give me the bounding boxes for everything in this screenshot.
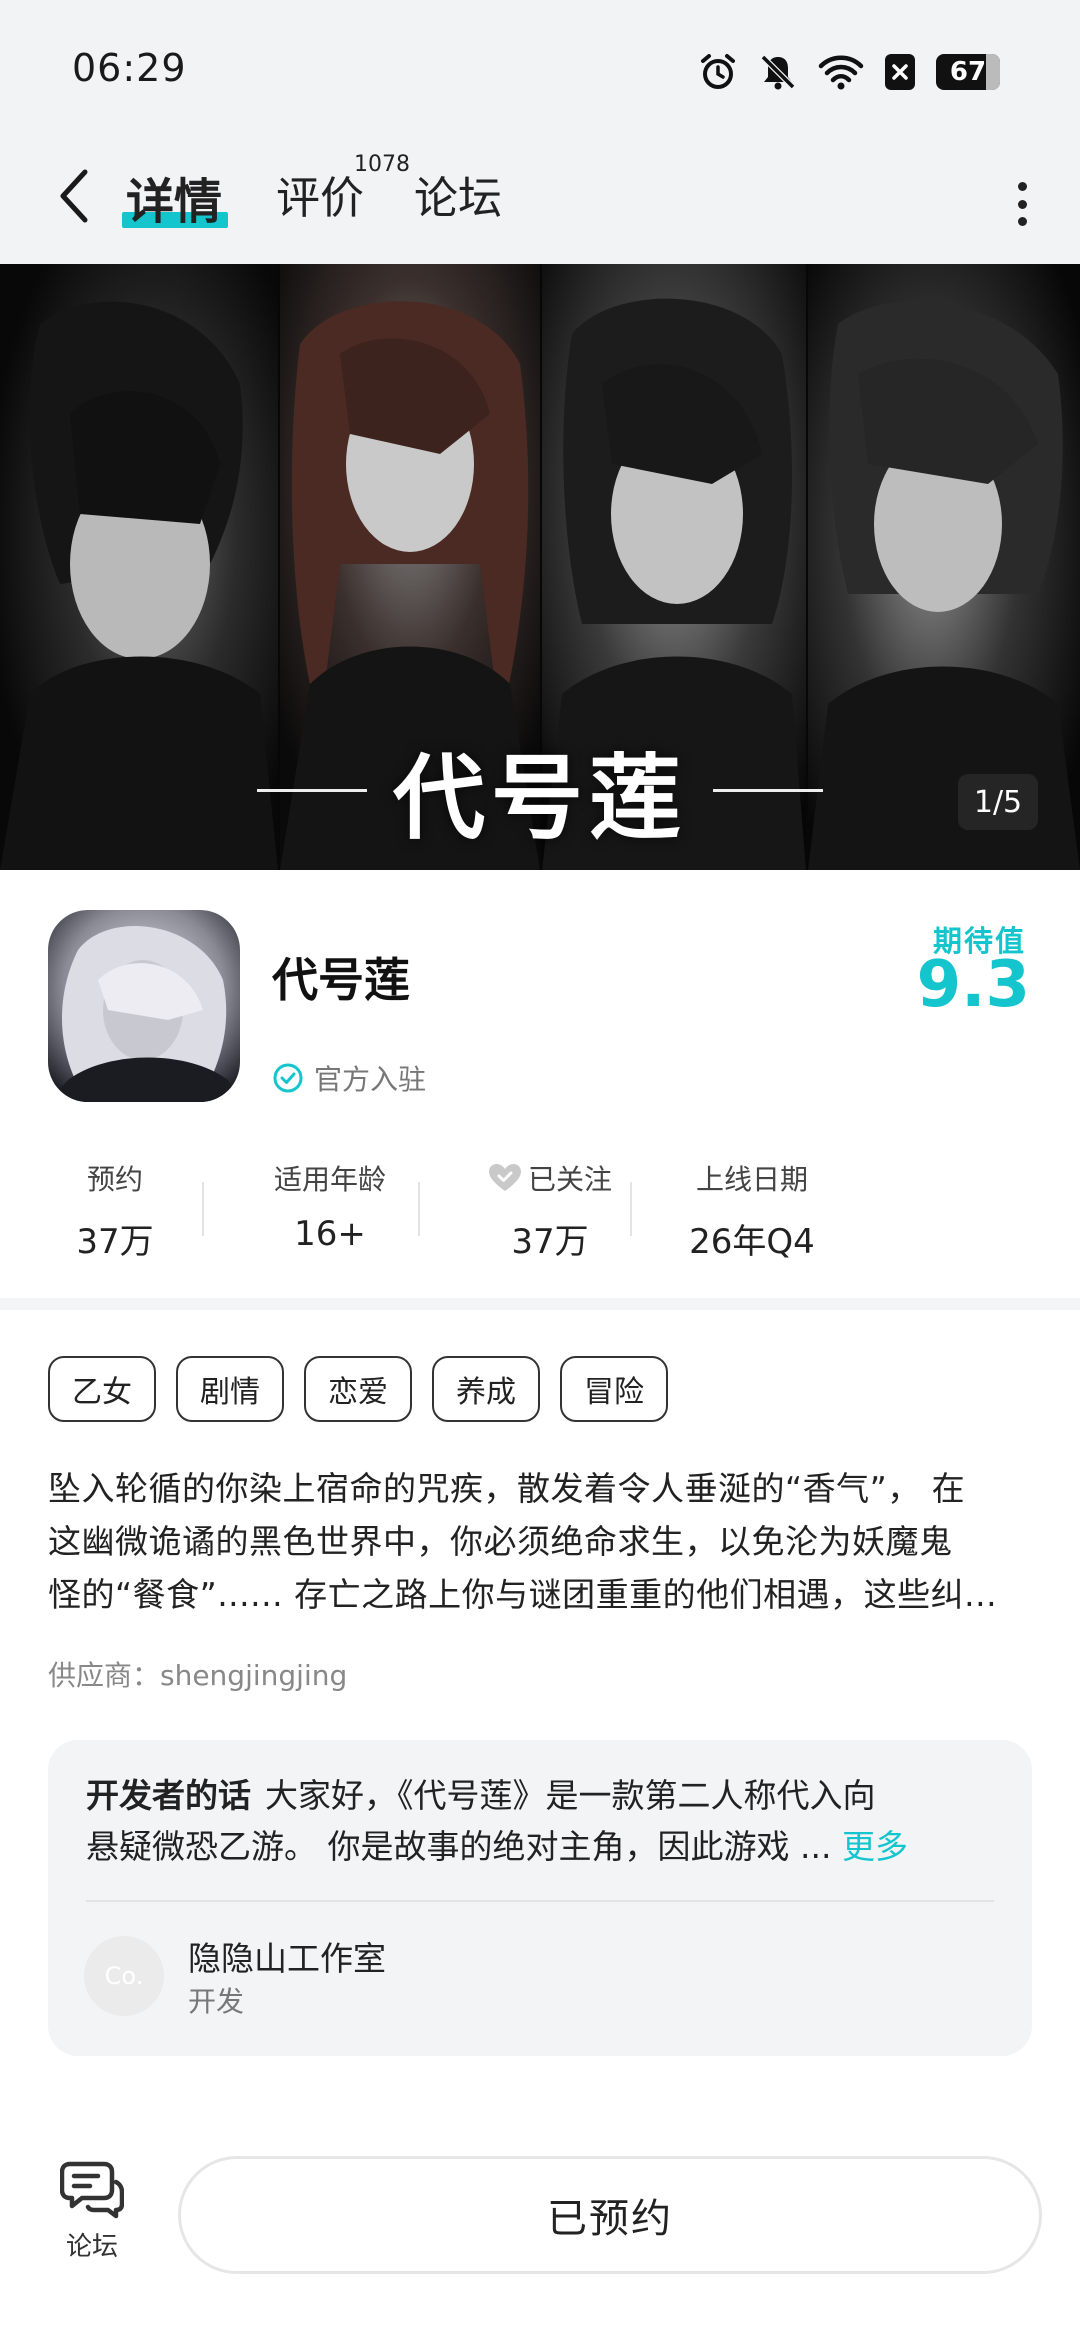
- developer-note: 开发者的话 大家好，《代号莲》是一款第二人称代入向 悬疑微恐乙游。 你是故事的绝对…: [86, 1770, 1006, 1872]
- game-description[interactable]: 坠入轮循的你染上宿命的咒疾，散发着令人垂涎的“香气”， 在 这幽微诡谲的黑色世界…: [48, 1462, 1038, 1621]
- more-dot-icon: [1017, 199, 1027, 209]
- chevron-left-icon: [60, 169, 88, 223]
- app-name: 代号莲: [272, 953, 410, 1007]
- status-bar: 06:29 67: [0, 0, 1080, 120]
- banner-divider: [256, 789, 367, 792]
- description-line: 这幽微诡谲的黑色世界中，你必须绝命求生，以免沦为妖魔鬼: [48, 1522, 953, 1561]
- official-label: 官方入驻: [314, 1063, 427, 1096]
- media-carousel[interactable]: 代号莲 1/5: [0, 264, 1080, 870]
- verified-check-icon: [273, 1063, 303, 1093]
- stat-reservations: 预约 37万: [40, 1158, 190, 1263]
- supplier-info: 供应商：shengjingjing: [48, 1659, 348, 1692]
- battery-level: 67: [949, 57, 987, 87]
- carousel-page-indicator: 1/5: [958, 774, 1038, 830]
- review-count-badge: 1078: [354, 152, 410, 177]
- tab-forum[interactable]: 论坛: [414, 162, 502, 226]
- heart-check-icon: [488, 1164, 521, 1191]
- forum-chat-icon: [60, 2161, 124, 2219]
- stat-label: 预约: [86, 1163, 143, 1196]
- stat-value: 37万: [76, 1222, 154, 1262]
- developer-note-card[interactable]: 开发者的话 大家好，《代号莲》是一款第二人称代入向 悬疑微恐乙游。 你是故事的绝对…: [48, 1740, 1032, 2056]
- stat-value: 26年Q4: [689, 1222, 815, 1262]
- more-options-button[interactable]: [1002, 172, 1042, 236]
- stat-label: 适用年龄: [273, 1163, 386, 1196]
- tab-detail[interactable]: 详情: [126, 162, 222, 232]
- stat-value: 37万: [511, 1222, 589, 1262]
- mute-icon: [759, 53, 797, 91]
- stat-label-wrap: 已关注: [450, 1158, 650, 1198]
- battery-icon: 67: [936, 54, 1000, 90]
- description-line: 坠入轮循的你染上宿命的咒疾，散发着令人垂涎的“香气”， 在: [48, 1469, 966, 1508]
- stat-release-date: 上线日期 26年Q4: [652, 1158, 852, 1263]
- stat-label: 已关注: [527, 1163, 612, 1196]
- more-link[interactable]: 更多: [842, 1827, 908, 1866]
- stat-age-rating: 适用年龄 16+: [230, 1158, 430, 1254]
- status-time: 06:29: [72, 46, 187, 90]
- tag-item[interactable]: 冒险: [560, 1356, 668, 1422]
- tag-item[interactable]: 乙女: [48, 1356, 156, 1422]
- section-divider: [0, 1298, 1080, 1310]
- back-button[interactable]: [44, 160, 104, 232]
- stat-divider: [418, 1182, 420, 1236]
- studio-avatar[interactable]: Co.: [84, 1936, 164, 2016]
- official-badge: 官方入驻: [272, 1058, 426, 1098]
- wifi-icon: [818, 55, 864, 90]
- description-line: 怪的“餐食”...... 存亡之路上你与谜团重重的他们相遇，这些纠...: [48, 1575, 998, 1614]
- stat-label: 上线日期: [695, 1163, 808, 1196]
- status-icons: 67: [698, 52, 1000, 92]
- tag-list: 乙女 剧情 恋爱 养成 冒险: [48, 1356, 668, 1422]
- close-box-icon: [885, 54, 915, 90]
- developer-note-line: 大家好，《代号莲》是一款第二人称代入向: [265, 1776, 876, 1815]
- developer-note-heading: 开发者的话: [86, 1776, 251, 1815]
- tag-item[interactable]: 养成: [432, 1356, 540, 1422]
- stat-value: 16+: [294, 1214, 366, 1254]
- stat-followers[interactable]: 已关注 37万: [450, 1158, 650, 1263]
- banner-title: 代号莲: [392, 744, 687, 852]
- tag-item[interactable]: 恋爱: [304, 1356, 412, 1422]
- more-dot-icon: [1017, 217, 1027, 226]
- studio-role: 开发: [188, 1985, 245, 2018]
- top-nav: 详情 评价 1078 论坛: [0, 120, 1080, 264]
- expectation-score: 9.3: [916, 948, 1030, 1022]
- card-divider: [86, 1900, 994, 1902]
- forum-button[interactable]: 论坛: [50, 2160, 134, 2270]
- stat-divider: [630, 1182, 632, 1236]
- stat-divider: [202, 1182, 204, 1236]
- stats-row: 预约 37万 适用年龄 16+ 已关注 37万 上线日期 26年Q4: [40, 1158, 840, 1262]
- app-icon: [48, 910, 240, 1102]
- forum-button-label: 论坛: [65, 2232, 118, 2262]
- banner-divider: [713, 789, 823, 792]
- studio-name[interactable]: 隐隐山工作室: [188, 1932, 386, 1980]
- tab-review[interactable]: 评价: [276, 162, 364, 226]
- tag-item[interactable]: 剧情: [176, 1356, 284, 1422]
- developer-note-line: 悬疑微恐乙游。 你是故事的绝对主角，因此游戏 ...: [86, 1827, 832, 1866]
- tab-detail-label: 详情: [126, 174, 223, 230]
- reserved-button[interactable]: 已预约: [178, 2156, 1042, 2274]
- alarm-icon: [701, 54, 735, 89]
- more-dot-icon: [1017, 182, 1027, 191]
- banner-title-wrap: 代号莲: [0, 724, 1080, 857]
